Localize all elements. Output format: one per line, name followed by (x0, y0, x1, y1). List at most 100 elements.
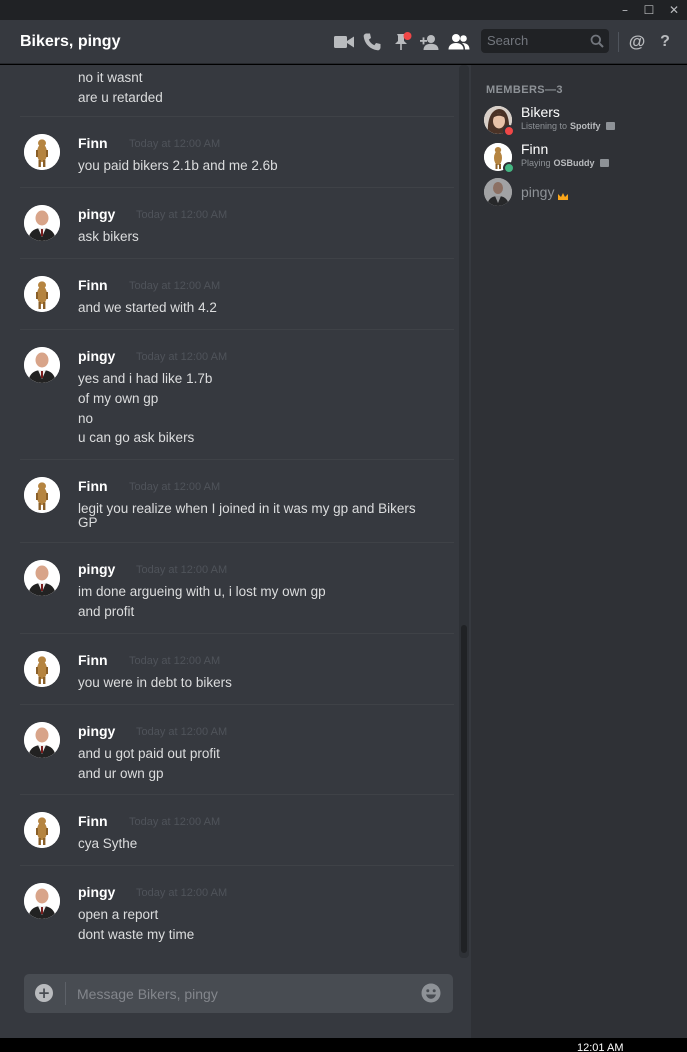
message[interactable]: pingy Today at 12:00 AM im done argueing w… (20, 542, 454, 633)
message-timestamp: Today at 12:00 AM (136, 564, 228, 576)
message-text: and ur own gp (78, 766, 164, 781)
message[interactable]: pingy Today at 12:00 AM open a report dont … (20, 865, 454, 958)
taskbar: 12:01 AM (0, 1038, 687, 1052)
message-text: you were in debt to bikers (78, 675, 232, 690)
avatar[interactable] (24, 205, 60, 241)
header-divider (618, 32, 619, 52)
message[interactable]: Finn Today at 12:00 AM and we started with… (20, 258, 454, 329)
channel-header: Bikers, pingy Search @ ? (0, 20, 687, 64)
message[interactable]: pingy Today at 12:00 AM yes and i had like… (20, 329, 454, 459)
message-text: no (78, 411, 94, 426)
members-sidebar: MEMBERS—3 Bikers Listening to Spotify Fin… (471, 65, 687, 1038)
message-author[interactable]: Finn (78, 651, 108, 669)
message-author[interactable]: Finn (78, 477, 108, 495)
message[interactable]: Finn Today at 12:00 AM you were in debt to… (20, 633, 454, 704)
message-timestamp: Today at 12:00 AM (129, 655, 221, 667)
message-author[interactable]: pingy (78, 205, 115, 223)
message-author[interactable]: Finn (78, 134, 108, 152)
avatar[interactable] (24, 651, 60, 687)
search-box[interactable]: Search (481, 29, 609, 53)
maximize-button[interactable]: ☐ (636, 0, 662, 20)
member-name: Bikers (521, 104, 560, 120)
message-timestamp: Today at 12:00 AM (129, 138, 221, 150)
avatar[interactable] (24, 276, 60, 312)
message-timestamp: Today at 12:00 AM (136, 726, 228, 738)
close-button[interactable]: ✕ (661, 0, 687, 20)
message[interactable]: Finn Today at 12:00 AM cya Sythe (20, 794, 454, 865)
taskbar-clock: 12:01 AM (577, 1042, 624, 1052)
message-author[interactable]: Finn (78, 276, 108, 294)
message-author[interactable]: pingy (78, 722, 115, 740)
member-bikers[interactable]: Bikers Listening to Spotify (484, 103, 684, 137)
minimize-button[interactable]: – (612, 0, 638, 20)
owner-crown-icon (557, 186, 569, 205)
avatar[interactable] (24, 883, 60, 919)
member-finn[interactable]: Finn Playing OSBuddy (484, 140, 684, 174)
search-icon (590, 33, 604, 52)
message[interactable]: Finn Today at 12:00 AM you paid bikers 2.1… (20, 116, 454, 187)
message-text: cya Sythe (78, 836, 138, 851)
member-name: Finn (521, 141, 549, 157)
message-text: are u retarded (78, 90, 163, 105)
add-friend-icon[interactable] (418, 30, 442, 54)
member-name: pingy (521, 184, 555, 200)
channel-title: Bikers, pingy (20, 33, 121, 50)
rich-presence-icon (605, 122, 615, 130)
member-activity: Playing OSBuddy (521, 157, 609, 169)
message-text: of my own gp (78, 391, 159, 406)
message-text: dont waste my time (78, 927, 195, 942)
avatar[interactable] (24, 560, 60, 596)
message-text: ask bikers (78, 229, 139, 244)
message-author[interactable]: pingy (78, 560, 115, 578)
message-timestamp: Today at 12:00 AM (129, 816, 221, 828)
message[interactable]: Finn Today at 12:00 AM legit you realize w… (20, 459, 454, 542)
message-text: and u got paid out profit (78, 746, 220, 761)
message-author[interactable]: pingy (78, 347, 115, 365)
message-text: and we started with 4.2 (78, 300, 217, 315)
message-timestamp: Today at 12:00 AM (129, 481, 221, 493)
message-input[interactable] (77, 974, 407, 1013)
composer-divider (65, 982, 66, 1005)
message-text: open a report (78, 907, 159, 922)
window-titlebar: – ☐ ✕ (0, 0, 687, 20)
member-activity: Listening to Spotify (521, 120, 615, 132)
message-text: no it wasnt (78, 70, 143, 85)
member-list-icon[interactable] (447, 30, 471, 54)
member-pingy[interactable]: pingy (484, 175, 684, 209)
search-placeholder: Search (487, 33, 529, 48)
message-text: u can go ask bikers (78, 430, 195, 445)
message-text: yes and i had like 1.7b (78, 371, 213, 386)
attach-icon[interactable]: + (35, 984, 53, 1002)
members-header: MEMBERS—3 (486, 84, 563, 96)
message-text: you paid bikers 2.1b and me 2.6b (78, 158, 278, 173)
message-author[interactable]: pingy (78, 883, 115, 901)
message-composer: + (24, 974, 453, 1013)
message-timestamp: Today at 12:00 AM (136, 209, 228, 221)
message[interactable]: pingy Today at 12:00 AM and u got paid out… (20, 704, 454, 794)
message[interactable]: pingy Today at 12:00 AM ask bikers (20, 187, 454, 258)
avatar[interactable] (24, 812, 60, 848)
message[interactable]: no it wasnt are u retarded (20, 65, 454, 116)
message-list[interactable]: no it wasnt are u retarded Finn Today at 12… (0, 65, 458, 958)
scrollbar-thumb[interactable] (461, 625, 467, 953)
avatar[interactable] (24, 722, 60, 758)
message-timestamp: Today at 12:00 AM (136, 351, 228, 363)
voice-call-icon[interactable] (360, 30, 384, 54)
avatar[interactable] (24, 477, 60, 513)
status-dnd-icon (503, 125, 515, 137)
help-icon[interactable]: ? (654, 30, 676, 54)
avatar[interactable] (24, 134, 60, 170)
emoji-icon[interactable] (421, 983, 441, 1003)
avatar (484, 178, 512, 206)
rich-presence-icon (599, 159, 609, 167)
status-online-icon (503, 162, 515, 174)
mentions-icon[interactable]: @ (626, 30, 648, 54)
message-text: legit you realize when I joined in it wa… (78, 501, 416, 530)
message-text: and profit (78, 604, 135, 619)
message-text: im done argueing with u, i lost my own g… (78, 584, 326, 599)
avatar[interactable] (24, 347, 60, 383)
video-call-icon[interactable] (332, 30, 356, 54)
message-author[interactable]: Finn (78, 812, 108, 830)
pinned-messages-icon[interactable] (390, 30, 414, 54)
message-timestamp: Today at 12:00 AM (129, 280, 221, 292)
